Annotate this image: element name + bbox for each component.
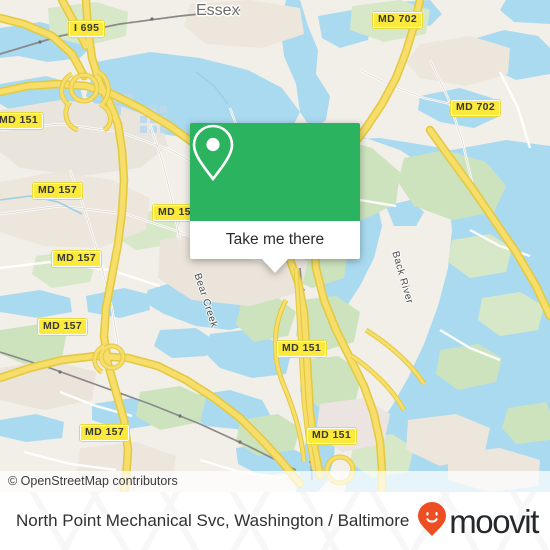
place-label-essex: Essex — [196, 2, 240, 19]
popup-header — [190, 123, 360, 221]
road-shield-md157[interactable]: MD 157 — [36, 318, 89, 336]
map-screenshot: Essex Bear Creek Back River I 695 MD 702… — [0, 0, 550, 550]
road-shield-md151[interactable]: MD 151 — [305, 427, 358, 445]
map-attribution[interactable]: © OpenStreetMap contributors — [0, 471, 550, 492]
footer-bar: North Point Mechanical Svc, Washington /… — [0, 492, 550, 550]
road-shield-i695[interactable]: I 695 — [67, 20, 106, 38]
road-shield-md157[interactable]: MD 157 — [50, 250, 103, 268]
road-shield-md151[interactable]: MD 151 — [0, 112, 45, 130]
road-shield-md157[interactable]: MD 157 — [31, 182, 84, 200]
road-shield-md702[interactable]: MD 702 — [449, 99, 502, 117]
popup-action[interactable]: Take me there — [190, 221, 360, 259]
take-me-there-label: Take me there — [225, 231, 325, 248]
moovit-brand[interactable]: moovit — [417, 501, 539, 542]
location-popup-card[interactable]: Take me there — [190, 123, 360, 273]
popup-pointer — [261, 258, 289, 273]
road-shield-md151[interactable]: MD 151 — [275, 340, 328, 358]
moovit-wordmark: moovit — [449, 502, 539, 540]
road-shield-md702[interactable]: MD 702 — [371, 11, 424, 29]
page-title: North Point Mechanical Svc, Washington /… — [16, 511, 410, 530]
road-shield-md157[interactable]: MD 157 — [78, 424, 131, 442]
moovit-pin-smiley-icon — [417, 501, 447, 542]
map-canvas[interactable]: Essex Bear Creek Back River I 695 MD 702… — [0, 0, 550, 492]
